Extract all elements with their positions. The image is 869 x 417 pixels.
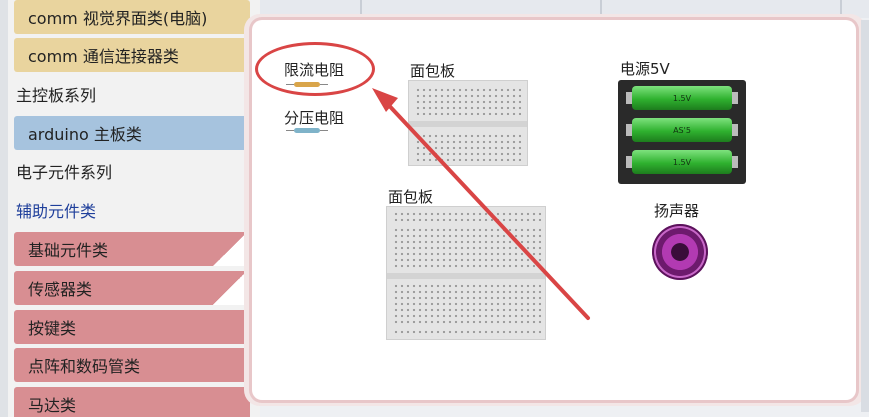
annotation-arrow-icon [372, 88, 590, 320]
app-window: comm 视觉界面类(电脑) comm 通信连接器类 主控板系列 arduino… [0, 0, 869, 417]
